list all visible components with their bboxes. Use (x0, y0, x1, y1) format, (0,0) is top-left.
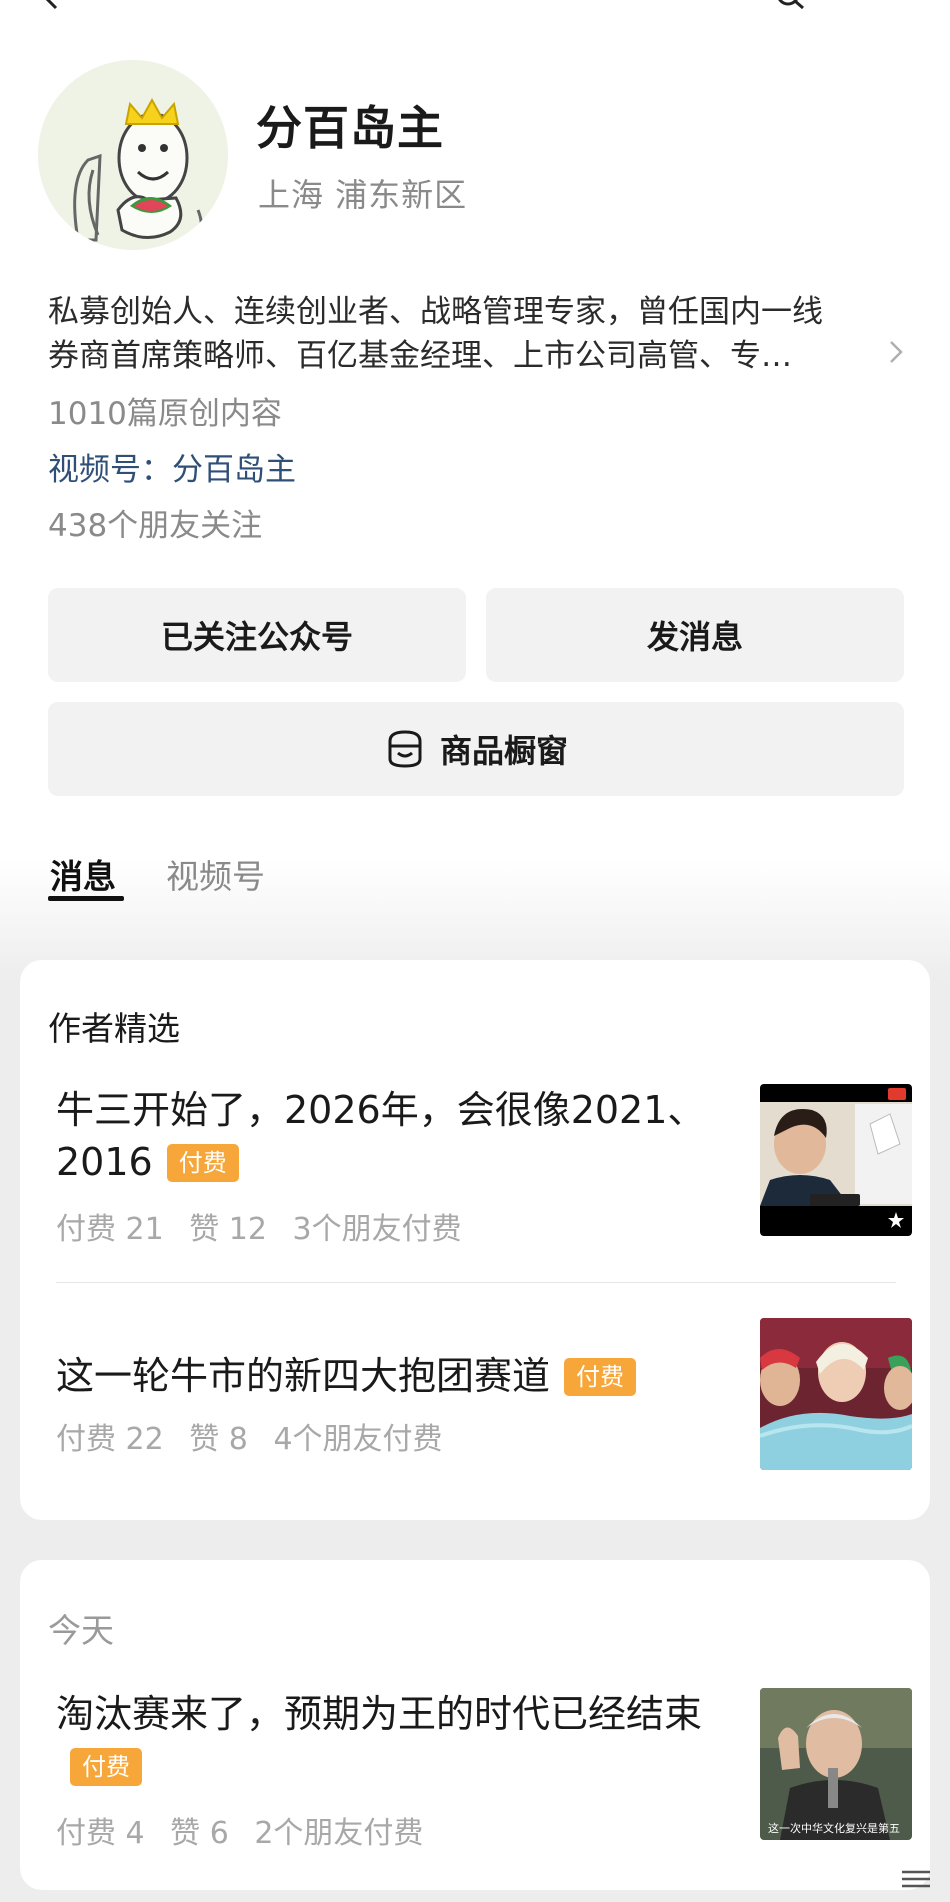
channel-name: 分百岛主 (172, 452, 296, 488)
friends-paid: 4个朋友付费 (273, 1422, 443, 1457)
followed-account-button[interactable]: 已关注公众号 (48, 588, 466, 682)
article-thumbnail (760, 1318, 912, 1470)
tab-messages[interactable]: 消息 (50, 850, 116, 898)
avatar-image (38, 60, 228, 250)
paid-count: 付费 21 (56, 1212, 164, 1247)
article-thumbnail (760, 1084, 912, 1236)
article-title-text: 牛三开始了，2026年，会很像2021、2016 (56, 1088, 706, 1184)
article-thumbnail: 这一次中华文化复兴是第五 (760, 1688, 912, 1840)
avatar[interactable] (38, 60, 228, 250)
today-section-title: 今天 (48, 1611, 114, 1650)
account-location: 上海 浦东新区 (258, 176, 468, 214)
like-count: 赞 6 (170, 1816, 229, 1851)
product-showcase-button[interactable]: 商品橱窗 (48, 702, 904, 796)
friends-paid: 3个朋友付费 (292, 1212, 462, 1247)
featured-section-title: 作者精选 (48, 1009, 180, 1048)
paid-count: 付费 22 (56, 1422, 164, 1457)
article-divider (56, 1282, 896, 1283)
today-articles-card: 今天 淘汰赛来了，预期为王的时代已经结束付费 付费 4 赞 6 2个朋友付费 这… (20, 1560, 930, 1890)
followed-account-label: 已关注公众号 (160, 618, 353, 656)
thumbnail-caption: 这一次中华文化复兴是第五 (768, 1821, 900, 1835)
article-stats: 付费 4 赞 6 2个朋友付费 (56, 1808, 439, 1852)
paid-badge: 付费 (564, 1358, 637, 1396)
original-articles-count[interactable]: 1010篇原创内容 (48, 388, 282, 433)
paid-badge: 付费 (70, 1748, 142, 1786)
channel-link[interactable]: 视频号：分百岛主 (48, 444, 296, 489)
paid-badge: 付费 (166, 1144, 239, 1182)
active-tab-indicator (48, 896, 124, 901)
article-item[interactable]: 淘汰赛来了，预期为王的时代已经结束付费 付费 4 赞 6 2个朋友付费 这一次中… (56, 1688, 916, 1851)
send-message-button[interactable]: 发消息 (486, 588, 904, 682)
account-name: 分百岛主 (256, 101, 444, 155)
friends-follow-count[interactable]: 438个朋友关注 (48, 500, 262, 545)
back-icon[interactable] (40, 0, 64, 10)
article-title: 牛三开始了，2026年，会很像2021、2016 付费 (56, 1084, 716, 1188)
article-title: 这一轮牛市的新四大抱团赛道 付费 (56, 1350, 716, 1402)
send-message-label: 发消息 (646, 618, 743, 656)
paid-count: 付费 4 (56, 1816, 145, 1851)
article-item[interactable]: 牛三开始了，2026年，会很像2021、2016 付费 付费 21 赞 12 3个… (56, 1084, 916, 1247)
article-title-text: 这一轮牛市的新四大抱团赛道 (56, 1354, 551, 1398)
bio-line: 私募创始人、连续创业者、战略管理专家，曾任国内一线 (48, 294, 823, 330)
chevron-right-icon[interactable] (886, 338, 906, 366)
friends-paid: 2个朋友付费 (254, 1816, 424, 1851)
search-icon[interactable] (776, 0, 806, 10)
tab-channels[interactable]: 视频号 (166, 850, 265, 898)
featured-articles-card: 作者精选 牛三开始了，2026年，会很像2021、2016 付费 付费 21 赞 … (20, 960, 930, 1520)
article-item[interactable]: 这一轮牛市的新四大抱团赛道 付费 付费 22 赞 8 4个朋友付费 (56, 1318, 916, 1470)
like-count: 赞 8 (189, 1422, 248, 1457)
list-icon[interactable] (894, 1868, 934, 1890)
article-title-text: 淘汰赛来了，预期为王的时代已经结束 (56, 1692, 703, 1736)
article-stats: 付费 21 赞 12 3个朋友付费 (56, 1204, 478, 1248)
article-stats: 付费 22 赞 8 4个朋友付费 (56, 1414, 459, 1458)
like-count: 赞 12 (189, 1212, 267, 1247)
product-showcase-label: 商品橱窗 (439, 732, 568, 770)
article-title: 淘汰赛来了，预期为王的时代已经结束付费 (56, 1688, 716, 1792)
channel-label: 视频号： (48, 452, 172, 488)
bio-line: 券商首席策略师、百亿基金经理、上市公司高管、专… (48, 338, 792, 374)
shop-icon (388, 730, 422, 768)
account-bio[interactable]: 私募创始人、连续创业者、战略管理专家，曾任国内一线 券商首席策略师、百亿基金经理… (48, 290, 898, 378)
